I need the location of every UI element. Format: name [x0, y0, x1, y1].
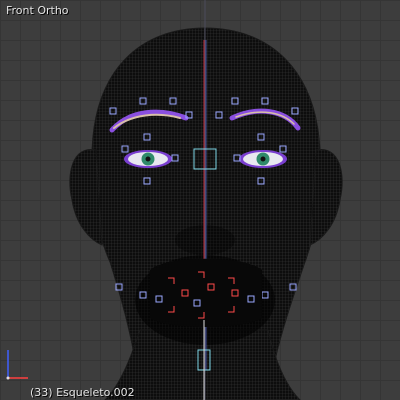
active-object-label: (33) Esqueleto.002 — [30, 386, 135, 399]
left-eye[interactable] — [124, 150, 172, 168]
scene-canvas[interactable] — [0, 0, 400, 400]
3d-viewport[interactable]: Front Ortho (33) Esqueleto.002 — [0, 0, 400, 400]
mouth-controls[interactable] — [150, 258, 262, 327]
right-eye[interactable] — [239, 150, 287, 168]
view-name-label: Front Ortho — [6, 4, 69, 17]
axis-gizmo-icon[interactable] — [6, 350, 29, 380]
